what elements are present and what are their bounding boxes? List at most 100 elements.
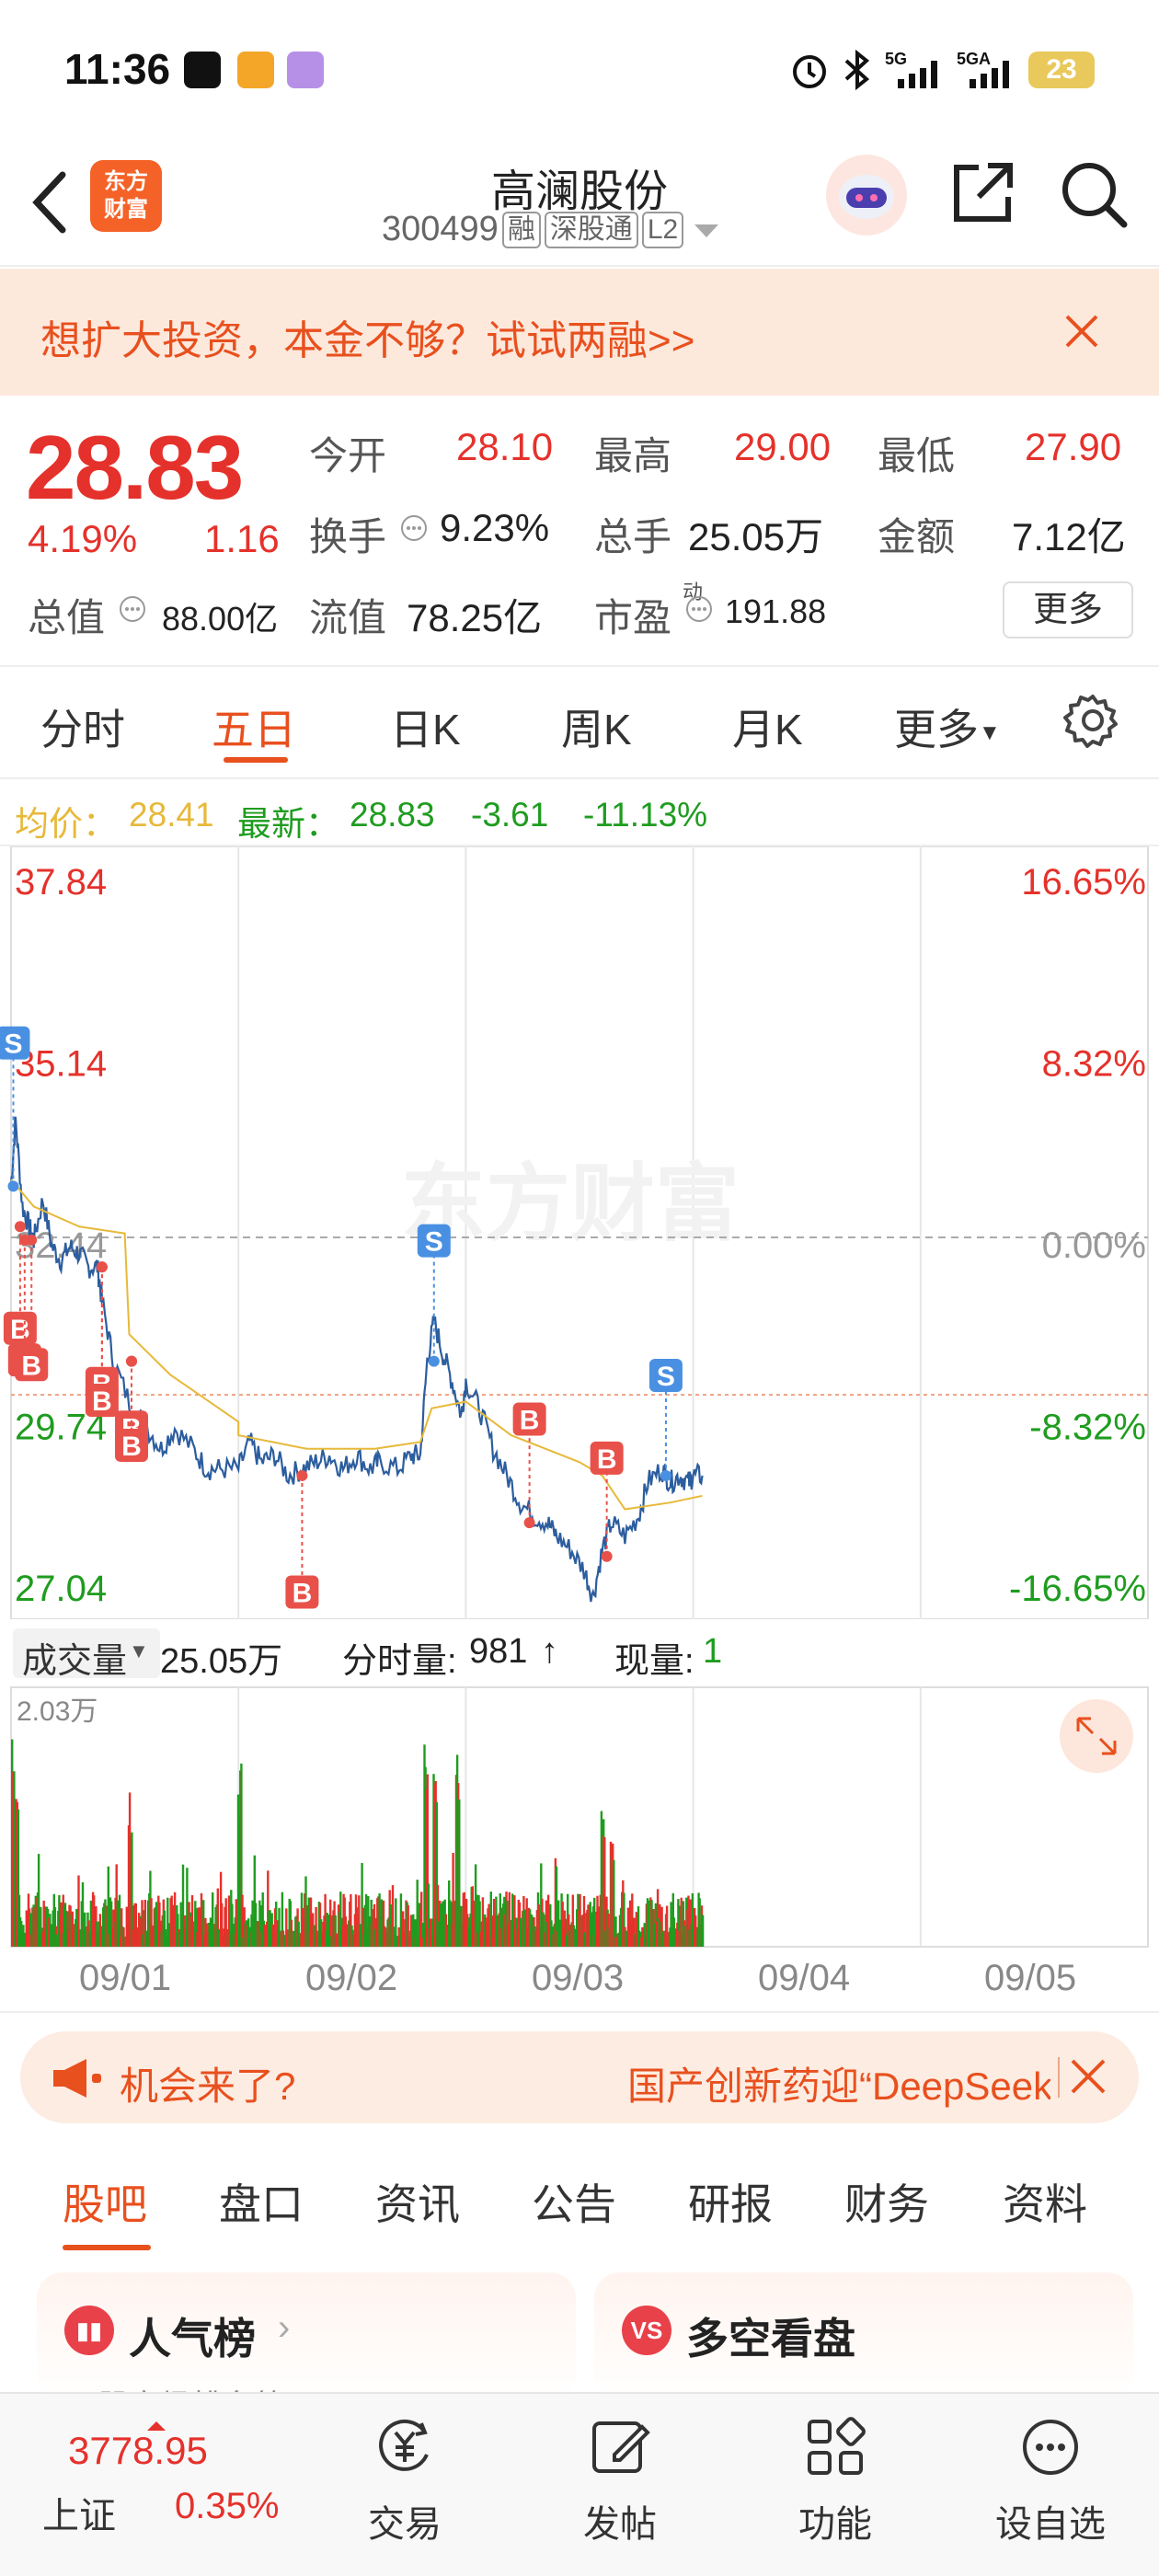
tab-guba[interactable]: 股吧 <box>63 2171 147 2232</box>
tab-news[interactable]: 资讯 <box>375 2171 460 2232</box>
bottom-navigation: 3778.95 上证 0.35% 交易 发帖 功能 设自选 <box>0 2392 1159 2576</box>
yen-trade-icon <box>379 2419 429 2471</box>
trade-point <box>523 1517 535 1529</box>
search-icon[interactable] <box>1058 158 1131 232</box>
trade-point <box>14 1221 26 1233</box>
tab-order-book[interactable]: 盘口 <box>219 2171 304 2232</box>
trade-point <box>126 1355 138 1367</box>
expand-button-bg <box>1060 1699 1133 1773</box>
trade-marker-label: S <box>425 1227 443 1258</box>
avg-value: 28.41 <box>129 796 214 834</box>
more-quote-button[interactable]: 更多 <box>1003 581 1133 638</box>
close-icon[interactable] <box>1065 2053 1111 2099</box>
y-tick-pct-label: 8.32% <box>1042 1044 1146 1085</box>
info-dots-icon[interactable] <box>118 594 147 624</box>
tab-research[interactable]: 研报 <box>688 2171 773 2232</box>
svg-text:5GA: 5GA <box>957 50 991 68</box>
volume-bar <box>131 1832 133 1947</box>
tab-monthly-k[interactable]: 月K <box>732 696 803 757</box>
nav-trade[interactable]: 交易 <box>313 2410 497 2547</box>
margin-promo-banner[interactable]: 想扩大投资，本金不够？试试两融>> <box>0 269 1159 396</box>
tab-announcements[interactable]: 公告 <box>532 2171 616 2232</box>
active-tab-underline <box>63 2245 151 2250</box>
open-value: 28.10 <box>456 425 554 468</box>
bluetooth-icon <box>844 50 870 90</box>
timeshare-volume: 981 <box>469 1632 528 1671</box>
opportunity-promo[interactable]: 机会来了? 国产创新药迎“DeepSeek时刻” <box>20 2031 1139 2123</box>
app-purple-icon <box>287 52 324 88</box>
volume-max-label: 2.03万 <box>17 1696 98 1727</box>
alarm-icon <box>793 55 826 88</box>
nav-post[interactable]: 发帖 <box>528 2410 712 2547</box>
tab-profile[interactable]: 资料 <box>1003 2171 1087 2232</box>
five-day-price-chart[interactable]: 东方财富37.84 16.65%35.14 8.32%32.44 0.00%29.74… <box>0 846 1159 1619</box>
date-label: 09/02 <box>305 1958 398 1998</box>
bull-bear-card[interactable]: VS 多空看盘 <box>594 2272 1133 2401</box>
date-label: 09/01 <box>79 1958 172 1998</box>
volume-header: 成交量 ▼ 25.05万 分时量: 981 ↑ 现量: 1 <box>0 1621 1159 1685</box>
index-quote[interactable]: 3778.95 上证 0.35% <box>37 2421 313 2541</box>
app-orange-icon <box>237 52 274 88</box>
info-tabs: 股吧 盘口 资讯 公告 研报 财务 资料 <box>0 2153 1159 2254</box>
nav-add-watchlist[interactable]: 设自选 <box>958 2410 1142 2547</box>
grid-functions-icon <box>808 2417 866 2475</box>
current-volume-label: 现量: <box>614 1642 694 1681</box>
versus-icon: VS <box>622 2306 671 2355</box>
popularity-card[interactable]: ▮▮ 人气榜 › A股市场排名第 <box>37 2272 576 2401</box>
battery-indicator: 23 <box>1028 52 1095 88</box>
trade-point <box>26 1234 38 1246</box>
turnover-value: 9.23% <box>440 506 550 549</box>
close-icon[interactable] <box>1054 304 1109 359</box>
pe-label: 市盈 <box>594 596 672 639</box>
avg-label: 均价： <box>15 805 117 843</box>
promo-ticker-text: 国产创新药迎“DeepSeek时刻” <box>627 2064 1050 2108</box>
share-icon[interactable] <box>947 158 1017 228</box>
assistant-robot-icon[interactable] <box>826 155 907 236</box>
svg-text:5G: 5G <box>885 50 907 68</box>
trade-marker-label: B <box>92 1386 112 1417</box>
trade-marker-label: B <box>293 1578 313 1608</box>
date-label: 09/03 <box>532 1958 625 1998</box>
settings-gear-icon[interactable] <box>1063 691 1122 750</box>
dropdown-triangle-icon <box>694 224 719 237</box>
signal-5ga-icon: 5GA <box>957 50 1009 88</box>
y-tick-pct-label: -16.65% <box>1009 1569 1146 1609</box>
tab-intraday[interactable]: 分时 <box>40 696 125 757</box>
up-arrow-icon: ↑ <box>541 1632 558 1671</box>
tab-weekly-k[interactable]: 周K <box>561 696 632 757</box>
quote-panel: 28.83 4.19% 1.16 总值 88.00亿 今开 28.10 最高 2… <box>0 396 1159 667</box>
tab-five-day[interactable]: 五日 <box>212 696 296 757</box>
more-dots-icon <box>1023 2420 1078 2475</box>
promo-left-text: 机会来了? <box>120 2064 296 2108</box>
stock-header: 东方 财富 高澜股份 300499 融 深股通 L2 <box>0 138 1159 267</box>
volume-bar <box>613 1859 615 1947</box>
high-label: 最高 <box>594 434 672 477</box>
open-label: 今开 <box>309 434 387 477</box>
trade-point <box>96 1261 108 1273</box>
tag-level2: L2 <box>641 211 684 248</box>
tab-more[interactable]: 更多▼ <box>894 696 1001 757</box>
turnover-label: 换手 <box>309 515 387 558</box>
y-tick-pct-label: -8.32% <box>1029 1408 1146 1448</box>
megaphone-icon <box>53 2059 101 2098</box>
trade-marker-label: S <box>657 1362 675 1392</box>
change-amount: 1.16 <box>204 517 280 560</box>
bar-chart-icon: ▮▮ <box>64 2306 114 2355</box>
info-dots-icon[interactable] <box>684 594 714 624</box>
tab-finance[interactable]: 财务 <box>844 2171 929 2232</box>
y-tick-pct-label: 0.00% <box>1042 1225 1146 1266</box>
info-dots-icon[interactable] <box>399 513 429 543</box>
five-day-change: -3.61 <box>471 796 549 834</box>
volume-chart[interactable]: 2.03万 <box>0 1685 1159 1948</box>
status-time: 11:36 <box>64 45 171 93</box>
nav-functions[interactable]: 功能 <box>743 2410 927 2547</box>
latest-value: 28.83 <box>350 796 435 834</box>
trade-marker-label: B <box>21 1351 41 1381</box>
volume-bar <box>416 1880 419 1947</box>
volume-bar <box>603 1836 606 1947</box>
tab-daily-k[interactable]: 日K <box>390 696 461 757</box>
timeshare-volume-label: 分时量: <box>342 1642 457 1681</box>
trade-point <box>601 1550 613 1562</box>
caret-down-icon: ▼ <box>129 1639 149 1662</box>
stock-code-row[interactable]: 300499 融 深股通 L2 <box>382 210 722 249</box>
